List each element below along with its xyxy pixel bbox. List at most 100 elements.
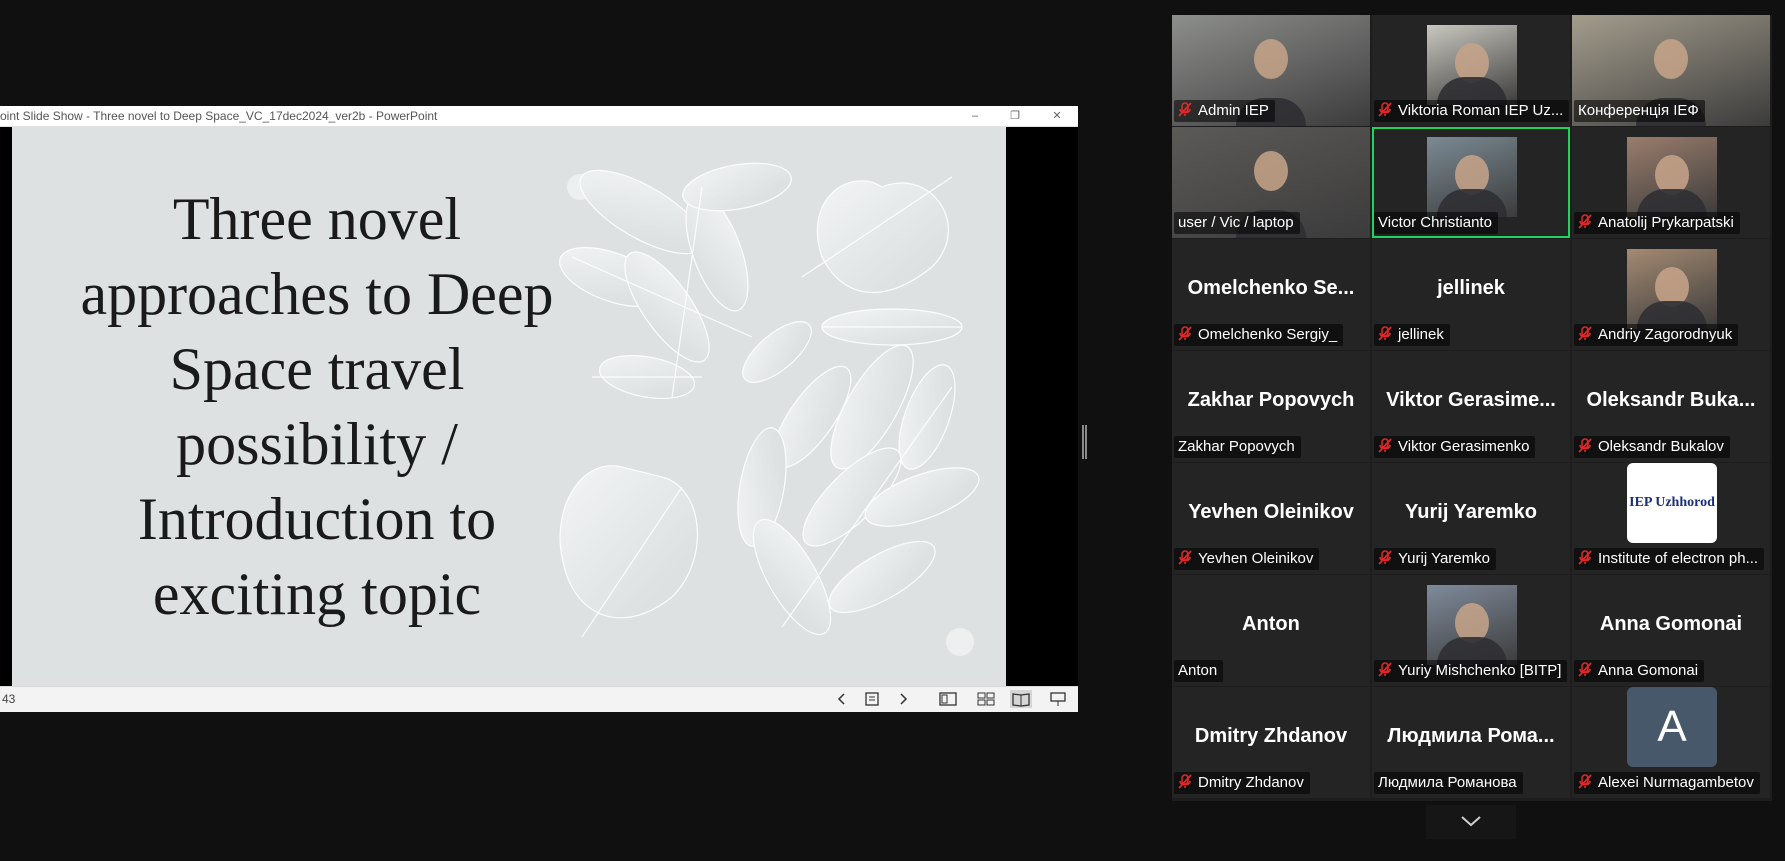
participant-tile[interactable]: Dmitry Zhdanov Dmitry Zhdanov [1172, 687, 1370, 798]
participant-display-name: Viktor Gerasime... [1386, 389, 1556, 411]
muted-microphone-icon [1578, 662, 1592, 677]
slide[interactable]: Three novel approaches to Deep Space tra… [12, 127, 1006, 686]
participant-tile[interactable]: Конференція ІЕФ [1572, 15, 1770, 126]
shared-screen-window: oint Slide Show - Three novel to Deep Sp… [0, 106, 1078, 712]
participant-name: Anatolij Prykarpatski [1598, 214, 1734, 231]
participant-tile[interactable]: Anna Gomonai Anna Gomonai [1572, 575, 1770, 686]
slide-list-icon[interactable] [861, 690, 883, 708]
participant-display-name: Людмила Рома... [1387, 725, 1555, 747]
participant-name: Людмила Романова [1378, 774, 1517, 791]
participant-tile[interactable]: jellinek jellinek [1372, 239, 1570, 350]
participant-tile[interactable]: Omelchenko Se... Omelchenko Sergiy_ [1172, 239, 1370, 350]
chevron-left-icon[interactable] [831, 690, 853, 708]
participant-name-label: Yevhen Oleinikov [1174, 548, 1320, 570]
participant-tile[interactable]: Людмила Рома... Людмила Романова [1372, 687, 1570, 798]
ppt-window-title: oint Slide Show - Three novel to Deep Sp… [0, 109, 438, 123]
participant-name: Yurij Yaremko [1398, 550, 1490, 567]
participant-name-label: Yurij Yaremko [1374, 548, 1496, 570]
participant-display-name: Yurij Yaremko [1405, 501, 1537, 523]
participant-tile[interactable]: Admin IEP [1172, 15, 1370, 126]
participant-tile[interactable]: Viktor Gerasime... Viktor Gerasimenko [1372, 351, 1570, 462]
participant-tile[interactable]: Viktoria Roman IEP Uz... [1372, 15, 1570, 126]
participant-display-name: Zakhar Popovych [1187, 389, 1355, 411]
restore-button[interactable]: ❐ [1000, 106, 1030, 126]
muted-microphone-icon [1178, 774, 1192, 789]
participant-name: jellinek [1398, 326, 1444, 343]
slide-sorter-icon[interactable] [975, 690, 997, 708]
slide-title: Three novel approaches to Deep Space tra… [80, 186, 554, 627]
participant-name-label: Anatolij Prykarpatski [1574, 212, 1740, 234]
participant-name-label: Людмила Романова [1374, 772, 1523, 794]
muted-microphone-icon [1178, 326, 1192, 341]
slide-counter: 43 [2, 692, 16, 706]
muted-microphone-icon [1578, 774, 1592, 789]
participant-name: Omelchenko Sergiy_ [1198, 326, 1338, 343]
participant-name-label: Yuriy Mishchenko [BITP] [1374, 660, 1568, 682]
participant-name-label: Anton [1174, 660, 1224, 682]
participant-video [1427, 137, 1517, 217]
participant-tile[interactable]: Yuriy Mishchenko [BITP] [1372, 575, 1570, 686]
muted-microphone-icon [1378, 550, 1392, 565]
ppt-status-bar: 43 [0, 686, 1078, 712]
participant-name: Конференція ІЕФ [1578, 102, 1699, 119]
participant-name-label: Dmitry Zhdanov [1174, 772, 1310, 794]
participant-name-label: Admin IEP [1174, 100, 1275, 122]
muted-microphone-icon [1378, 326, 1392, 341]
participant-name: Yuriy Mishchenko [BITP] [1398, 662, 1562, 679]
participant-name-label: Viktoria Roman IEP Uz... [1374, 100, 1570, 122]
participant-tile[interactable]: Victor Christianto [1372, 127, 1570, 238]
close-button[interactable]: ✕ [1042, 106, 1072, 126]
slide-area: Three novel approaches to Deep Space tra… [0, 127, 1078, 686]
chevron-right-icon[interactable] [892, 690, 914, 708]
participant-tile[interactable]: Anatolij Prykarpatski [1572, 127, 1770, 238]
muted-microphone-icon [1578, 214, 1592, 229]
participant-display-name: Yevhen Oleinikov [1188, 501, 1354, 523]
participant-tile[interactable]: Zakhar Popovych Zakhar Popovych [1172, 351, 1370, 462]
muted-microphone-icon [1578, 438, 1592, 453]
participant-video [1627, 137, 1717, 217]
participant-tile[interactable]: Andriy Zagorodnyuk [1572, 239, 1770, 350]
participant-name-label: Oleksandr Bukalov [1574, 436, 1730, 458]
participant-display-name: Anna Gomonai [1599, 613, 1743, 635]
muted-microphone-icon [1578, 550, 1592, 565]
participant-name-label: Andriy Zagorodnyuk [1574, 324, 1739, 346]
participant-name-label: Omelchenko Sergiy_ [1174, 324, 1344, 346]
gallery-scroll-down-button[interactable] [1426, 805, 1516, 839]
participant-name: Alexei Nurmagambetov [1598, 774, 1754, 791]
participant-video [1427, 585, 1517, 665]
participant-tile[interactable]: Yevhen Oleinikov Yevhen Oleinikov [1172, 463, 1370, 574]
muted-microphone-icon [1178, 102, 1192, 117]
minimize-button[interactable]: – [960, 106, 990, 126]
reading-view-icon[interactable] [1010, 690, 1032, 708]
participant-name: Viktor Gerasimenko [1398, 438, 1530, 455]
participant-name-label: jellinek [1374, 324, 1450, 346]
participant-name: Viktoria Roman IEP Uz... [1398, 102, 1564, 119]
participant-tile[interactable]: user / Vic / laptop [1172, 127, 1370, 238]
participant-tile[interactable]: A Alexei Nurmagambetov [1572, 687, 1770, 798]
normal-view-icon[interactable] [937, 690, 959, 708]
participant-display-name: Omelchenko Se... [1187, 277, 1355, 299]
participant-tile[interactable]: Anton Anton [1172, 575, 1370, 686]
participant-name: Oleksandr Bukalov [1598, 438, 1724, 455]
muted-microphone-icon [1378, 662, 1392, 677]
participant-name-label: Viktor Gerasimenko [1374, 436, 1536, 458]
muted-microphone-icon [1378, 102, 1392, 117]
slideshow-icon[interactable] [1047, 690, 1069, 708]
participant-tile[interactable]: Oleksandr Buka... Oleksandr Bukalov [1572, 351, 1770, 462]
participant-display-name: Anton [1242, 613, 1300, 635]
participant-name: Andriy Zagorodnyuk [1598, 326, 1733, 343]
participant-tile[interactable]: Yurij Yaremko Yurij Yaremko [1372, 463, 1570, 574]
panel-splitter-handle[interactable] [1082, 425, 1087, 459]
muted-microphone-icon [1378, 438, 1392, 453]
participant-name: Anton [1178, 662, 1218, 679]
participant-name-label: Alexei Nurmagambetov [1574, 772, 1760, 794]
participant-name: Admin IEP [1198, 102, 1269, 119]
participant-name: Yevhen Oleinikov [1198, 550, 1314, 567]
chevron-down-icon [1461, 816, 1481, 827]
participant-display-name: Oleksandr Buka... [1586, 389, 1756, 411]
participant-tile[interactable]: IEP Uzhhorod Institute of electron ph... [1572, 463, 1770, 574]
participant-video [1627, 249, 1717, 329]
participant-name-label: Anna Gomonai [1574, 660, 1705, 682]
participant-name: user / Vic / laptop [1178, 214, 1294, 231]
participant-name-label: Zakhar Popovych [1174, 436, 1301, 458]
